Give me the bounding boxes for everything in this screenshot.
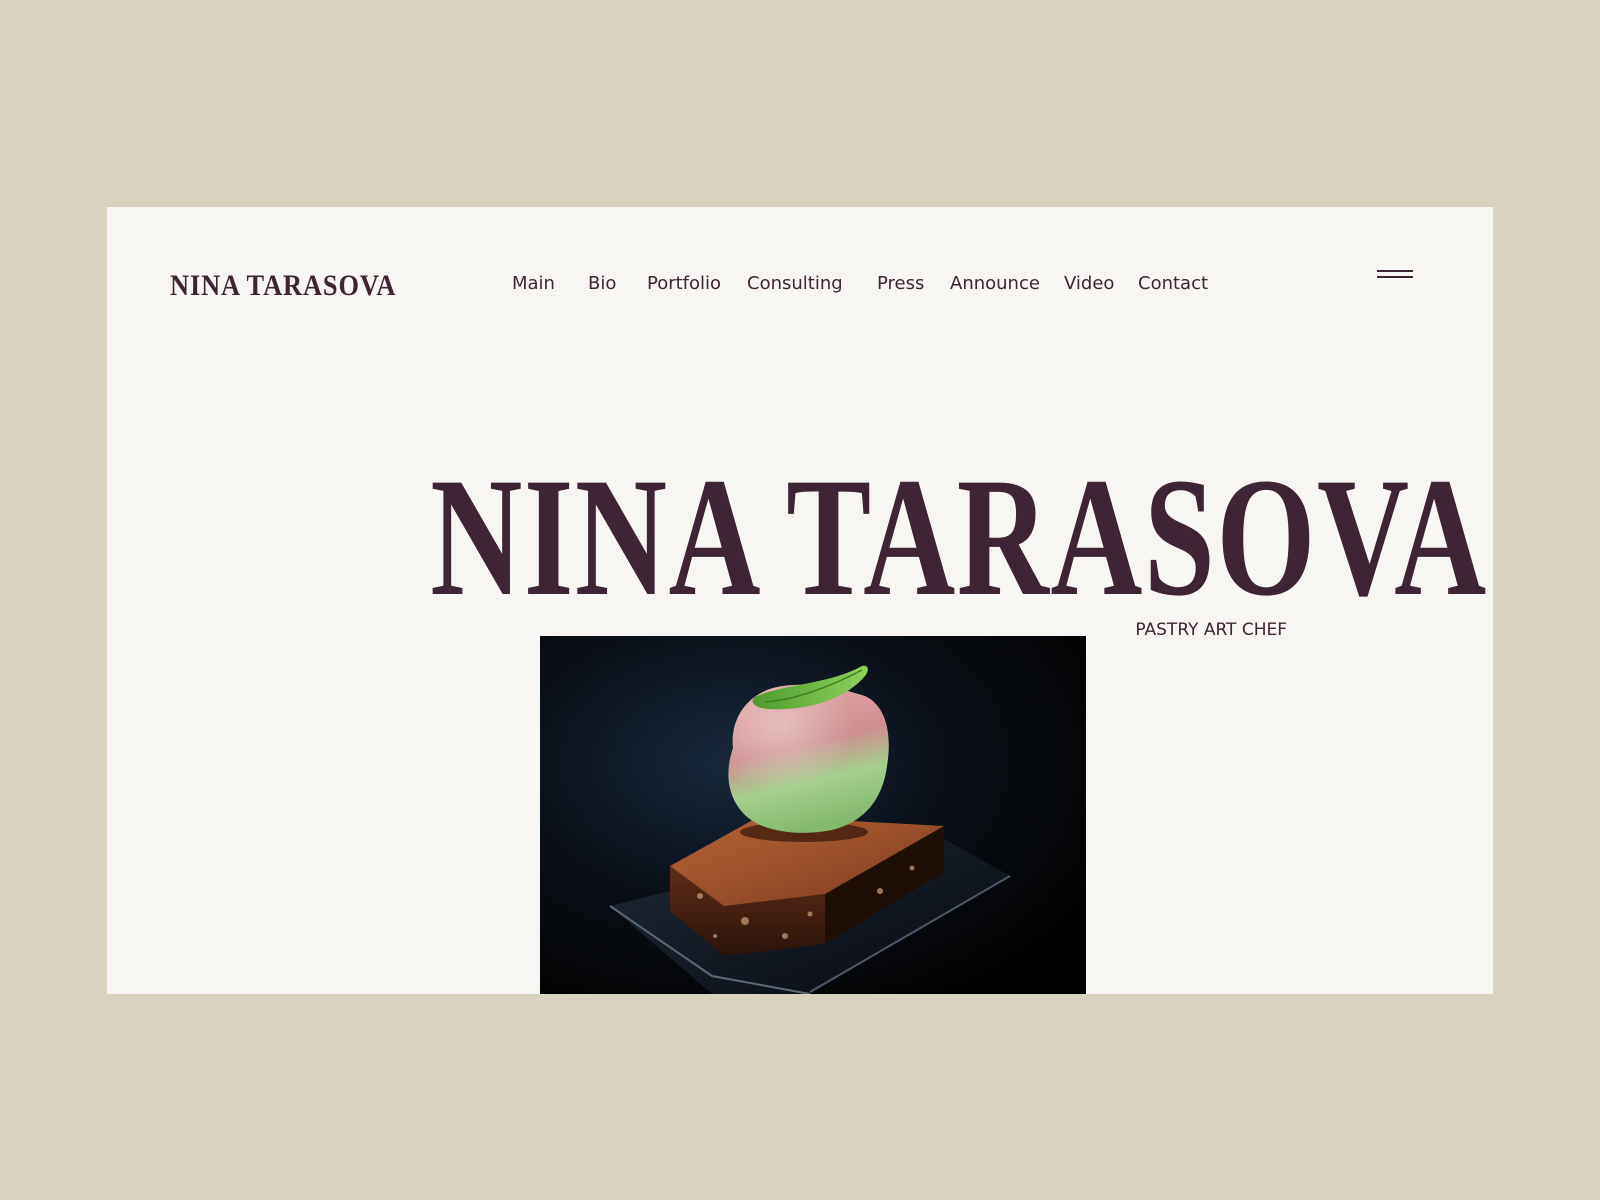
hero-subtitle: PASTRY ART CHEF <box>1135 620 1287 640</box>
nav-item-press[interactable]: Press <box>877 269 924 299</box>
dessert-photo-illustration <box>540 636 1086 994</box>
nav-item-portfolio[interactable]: Portfolio <box>647 269 721 299</box>
hamburger-menu-icon[interactable] <box>1373 262 1417 286</box>
menu-line-icon <box>1377 270 1413 272</box>
site-frame: NINA TARASOVA Main Bio Portfolio Consult… <box>107 207 1493 994</box>
nav-item-consulting[interactable]: Consulting <box>747 269 843 299</box>
nav-item-announce[interactable]: Announce <box>950 269 1040 299</box>
site-logo[interactable]: NINA TARASOVA <box>170 265 396 307</box>
hero-title: NINA TARASOVA <box>430 443 1488 631</box>
dessert-photo <box>540 636 1086 994</box>
nav-item-main[interactable]: Main <box>512 269 555 299</box>
menu-line-icon <box>1377 276 1413 278</box>
nav-item-contact[interactable]: Contact <box>1138 269 1208 299</box>
nav-item-video[interactable]: Video <box>1064 269 1114 299</box>
nav-item-bio[interactable]: Bio <box>588 269 616 299</box>
